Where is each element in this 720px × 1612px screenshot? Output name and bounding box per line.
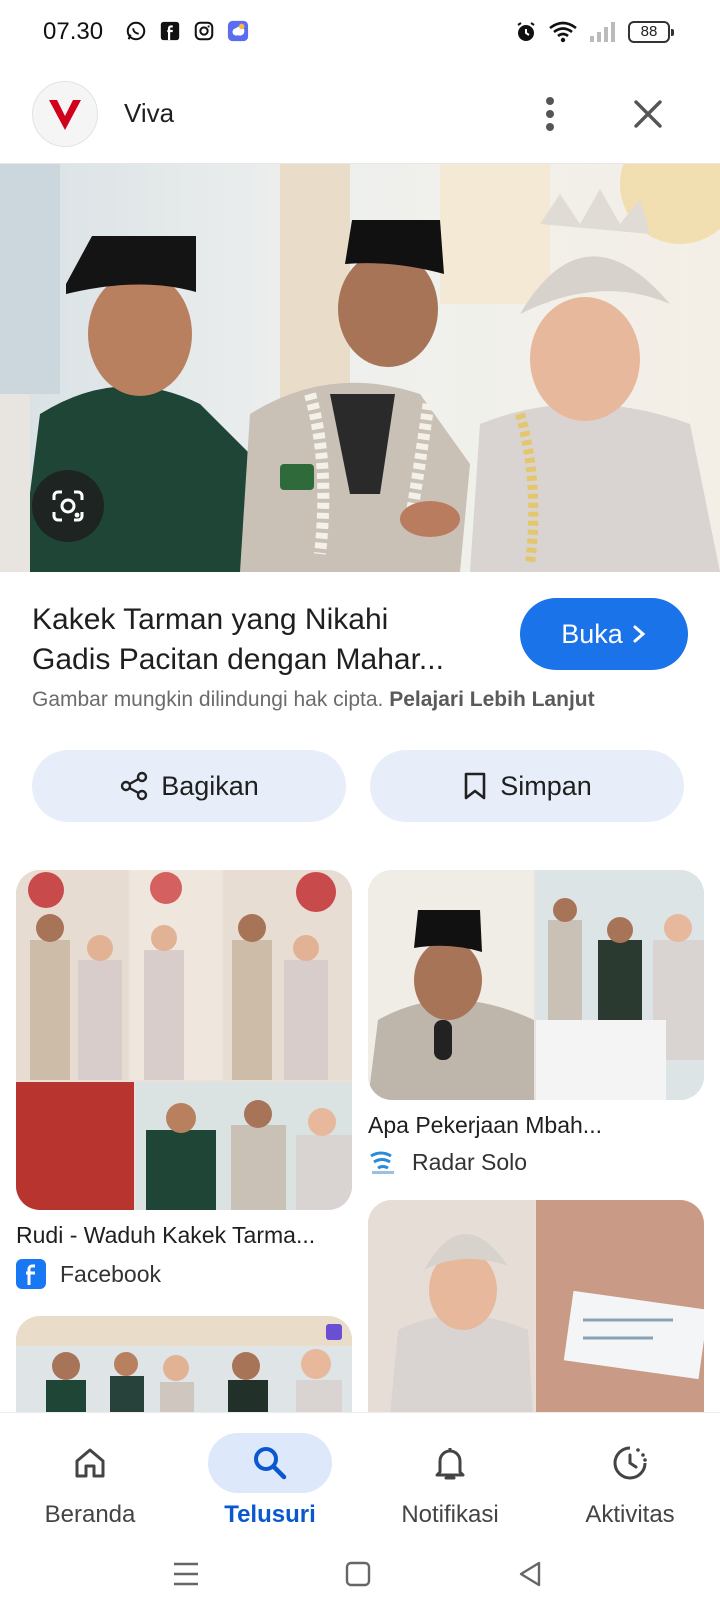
- bookmark-icon: [464, 772, 486, 800]
- whatsapp-icon: [126, 21, 146, 41]
- source-name[interactable]: Viva: [124, 98, 174, 129]
- nav-telusuri[interactable]: Telusuri: [180, 1423, 360, 1533]
- open-button-label: Buka: [561, 618, 623, 649]
- status-time: 07.30: [43, 18, 104, 45]
- result-source[interactable]: Radar Solo: [368, 1149, 704, 1176]
- more-options-button[interactable]: [530, 88, 570, 140]
- back-triangle-icon: [519, 1561, 541, 1587]
- menu-icon: [174, 1562, 198, 1586]
- copyright-text: Gambar mungkin dilindungi hak cipta.: [32, 688, 384, 711]
- image-title-line-1: Kakek Tarman yang Nikahi: [32, 603, 389, 636]
- result-source[interactable]: Facebook: [16, 1259, 352, 1289]
- result-source-name: Radar Solo: [412, 1149, 528, 1175]
- image-title[interactable]: Kakek Tarman yang Nikahi Gadis Pacitan d…: [32, 600, 492, 680]
- result-card[interactable]: Apa Pekerjaan Mbah... Radar Solo: [368, 870, 704, 1176]
- open-button[interactable]: Buka: [520, 598, 688, 670]
- learn-more-link[interactable]: Pelajari Lebih Lanjut: [389, 688, 594, 711]
- share-icon: [121, 771, 148, 801]
- wifi-icon: [549, 21, 577, 43]
- nav-label: Notifikasi: [401, 1501, 499, 1528]
- weather-app-icon: [227, 20, 249, 42]
- status-system-icons: 88: [514, 20, 674, 44]
- facebook-icon: [16, 1259, 46, 1289]
- image-title-line-2: Gadis Pacitan dengan Mahar...: [32, 643, 444, 676]
- nav-aktivitas[interactable]: Aktivitas: [540, 1423, 720, 1533]
- search-icon: [254, 1447, 287, 1480]
- home-system-button[interactable]: [338, 1554, 378, 1594]
- result-image-interview: [368, 870, 704, 1100]
- result-card[interactable]: [368, 1200, 704, 1436]
- viewer-header: Viva: [0, 64, 720, 164]
- recent-apps-button[interactable]: [166, 1554, 206, 1594]
- instagram-icon: [194, 21, 214, 41]
- result-thumbnail[interactable]: [368, 870, 704, 1100]
- result-source-name: Facebook: [60, 1260, 162, 1287]
- facebook-icon: [160, 21, 180, 41]
- square-icon: [345, 1561, 371, 1587]
- nav-label: Aktivitas: [585, 1501, 675, 1528]
- nav-icon-container: [208, 1433, 332, 1493]
- wedding-photo: [0, 164, 720, 572]
- nav-icon-container: [388, 1433, 512, 1493]
- radar-solo-icon: [370, 1151, 394, 1174]
- share-button[interactable]: Bagikan: [32, 750, 346, 822]
- result-thumbnail[interactable]: [368, 1200, 704, 1436]
- bell-icon: [435, 1448, 465, 1480]
- copyright-notice: Gambar mungkin dilindungi hak cipta. Pel…: [32, 688, 595, 712]
- nav-label: Telusuri: [224, 1501, 316, 1528]
- save-button-label: Simpan: [500, 770, 592, 801]
- battery-icon: 88: [628, 21, 674, 43]
- chevron-right-icon: [633, 625, 646, 643]
- save-button[interactable]: Simpan: [370, 750, 684, 822]
- back-button[interactable]: [510, 1554, 550, 1594]
- cellular-signal-icon: [590, 22, 615, 42]
- nav-beranda[interactable]: Beranda: [0, 1423, 180, 1533]
- nav-notifikasi[interactable]: Notifikasi: [360, 1423, 540, 1533]
- more-vert-icon: [546, 97, 554, 131]
- main-image[interactable]: [0, 164, 720, 572]
- result-image-collage: [16, 870, 352, 1210]
- result-title[interactable]: Rudi - Waduh Kakek Tarma...: [16, 1222, 352, 1249]
- source-logo[interactable]: [32, 81, 98, 147]
- nav-icon-container: [568, 1433, 692, 1493]
- close-icon: [634, 100, 662, 128]
- close-button[interactable]: [624, 90, 672, 138]
- status-app-icons: [125, 20, 249, 42]
- result-card[interactable]: Rudi - Waduh Kakek Tarma... Facebook: [16, 870, 352, 1289]
- home-icon: [75, 1448, 105, 1478]
- alarm-icon: [517, 22, 535, 41]
- status-bar: 07.30 88: [0, 0, 720, 64]
- nav-icon-container: [28, 1433, 152, 1493]
- share-button-label: Bagikan: [161, 770, 259, 801]
- nav-label: Beranda: [44, 1501, 136, 1528]
- lens-icon: [52, 490, 84, 522]
- result-image-bride: [368, 1200, 704, 1436]
- result-thumbnail[interactable]: [16, 870, 352, 1210]
- result-title[interactable]: Apa Pekerjaan Mbah...: [368, 1112, 704, 1139]
- viva-logo-icon: [49, 100, 81, 130]
- lens-search-button[interactable]: [32, 470, 104, 542]
- activity-history-icon: [613, 1446, 647, 1480]
- bottom-navigation: Beranda Telusuri Notifikasi Aktivitas: [0, 1412, 720, 1536]
- system-navigation-bar: [0, 1536, 720, 1612]
